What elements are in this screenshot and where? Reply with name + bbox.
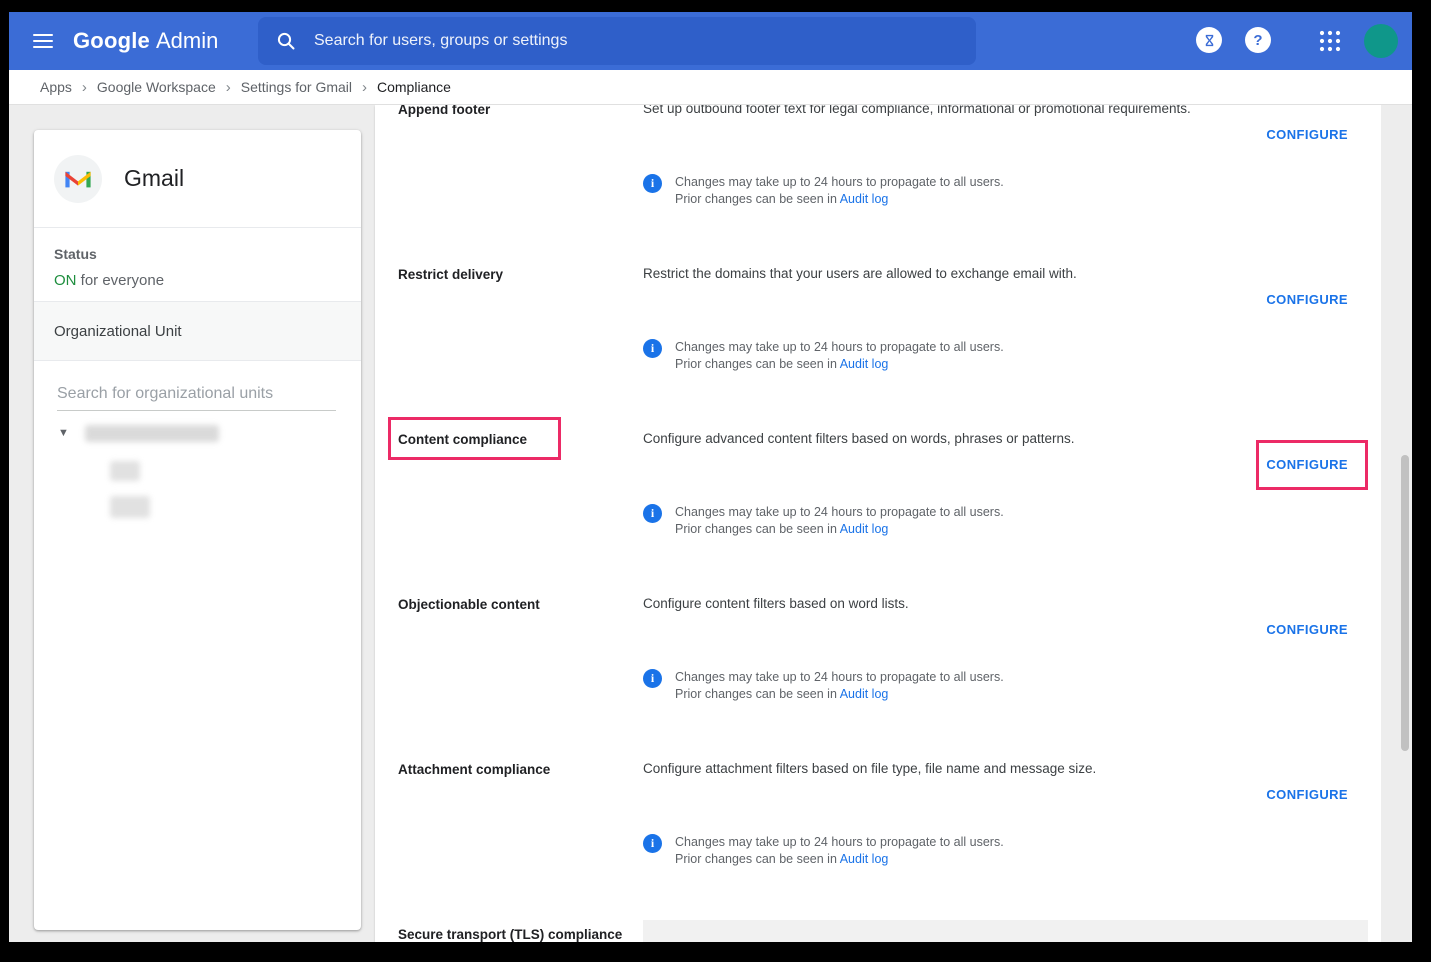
info-line1: Changes may take up to 24 hours to propa… [675, 835, 1004, 849]
status-section: Status ON for everyone [34, 228, 361, 302]
info-note: i Changes may take up to 24 hours to pro… [643, 339, 1004, 373]
info-icon: i [643, 834, 662, 853]
info-icon: i [643, 174, 662, 193]
gmail-logo-icon [63, 167, 93, 191]
setting-description: Configure attachment filters based on fi… [643, 761, 1321, 776]
app-bar: GoogleAdmin ? [9, 12, 1412, 70]
info-line1: Changes may take up to 24 hours to propa… [675, 505, 1004, 519]
pending-tasks-button[interactable] [1196, 27, 1222, 53]
configure-button[interactable]: CONFIGURE [1266, 622, 1348, 637]
org-unit-root-redacted[interactable] [85, 425, 219, 442]
info-line1: Changes may take up to 24 hours to propa… [675, 175, 1004, 189]
info-icon: i [643, 339, 662, 358]
user-avatar[interactable] [1364, 24, 1398, 58]
gmail-logo-circle [54, 155, 102, 203]
status-on-badge: ON [54, 272, 77, 289]
global-search[interactable] [258, 17, 976, 65]
gmail-card: Gmail Status ON for everyone Organizatio… [34, 130, 361, 930]
setting-title: Secure transport (TLS) compliance [398, 926, 636, 942]
info-icon: i [643, 504, 662, 523]
setting-row-attachment-compliance: Attachment compliance Configure attachme… [375, 761, 1381, 926]
audit-log-link[interactable]: Audit log [840, 357, 889, 371]
setting-title: Content compliance [398, 431, 636, 448]
configure-button[interactable]: CONFIGURE [1266, 292, 1348, 307]
search-icon [276, 31, 296, 51]
sidebar: Gmail Status ON for everyone Organizatio… [9, 105, 375, 942]
triangle-down-icon[interactable]: ▼ [58, 427, 69, 439]
settings-panel: Append footer Set up outbound footer tex… [375, 105, 1381, 942]
info-note: i Changes may take up to 24 hours to pro… [643, 834, 1004, 868]
info-note: i Changes may take up to 24 hours to pro… [643, 174, 1004, 208]
setting-description: Restrict the domains that your users are… [643, 266, 1321, 281]
setting-row-hover-background [643, 920, 1368, 942]
info-icon: i [643, 669, 662, 688]
breadcrumb-apps[interactable]: Apps [40, 79, 72, 95]
info-note: i Changes may take up to 24 hours to pro… [643, 669, 1004, 703]
info-line2: Prior changes can be seen in [675, 522, 840, 536]
breadcrumb-settings-for-gmail[interactable]: Settings for Gmail [241, 79, 352, 95]
breadcrumb-google-workspace[interactable]: Google Workspace [97, 79, 216, 95]
menu-icon[interactable] [33, 34, 53, 48]
admin-window: GoogleAdmin ? Apps [9, 12, 1412, 942]
organizational-unit-label: Organizational Unit [54, 323, 182, 340]
setting-row-restrict-delivery: Restrict delivery Restrict the domains t… [375, 266, 1381, 431]
org-unit-child-redacted[interactable] [110, 496, 150, 518]
organizational-unit-header[interactable]: Organizational Unit [34, 302, 361, 361]
chevron-right-icon: › [226, 79, 231, 96]
brand-google: Google [73, 28, 150, 53]
search-input[interactable] [312, 31, 958, 51]
info-line1: Changes may take up to 24 hours to propa… [675, 340, 1004, 354]
setting-description: Set up outbound footer text for legal co… [643, 105, 1321, 116]
info-line2: Prior changes can be seen in [675, 852, 840, 866]
setting-description: Configure advanced content filters based… [643, 431, 1321, 446]
audit-log-link[interactable]: Audit log [840, 852, 889, 866]
question-mark-icon: ? [1253, 32, 1262, 49]
audit-log-link[interactable]: Audit log [840, 522, 889, 536]
page-title: Gmail [124, 165, 184, 192]
status-value: ON for everyone [54, 272, 341, 289]
scrollbar-thumb[interactable] [1401, 455, 1409, 751]
breadcrumb: Apps › Google Workspace › Settings for G… [9, 70, 1412, 105]
configure-button[interactable]: CONFIGURE [1266, 787, 1348, 802]
setting-title: Restrict delivery [398, 266, 636, 283]
info-note: i Changes may take up to 24 hours to pro… [643, 504, 1004, 538]
org-unit-child-redacted[interactable] [110, 461, 140, 481]
breadcrumb-compliance: Compliance [377, 79, 451, 95]
setting-row-content-compliance: Content compliance Configure advanced co… [375, 431, 1381, 596]
setting-description: Configure content filters based on word … [643, 596, 1321, 611]
configure-button[interactable]: CONFIGURE [1266, 457, 1348, 472]
hourglass-icon [1203, 34, 1216, 47]
setting-title: Append footer [398, 105, 636, 118]
brand-admin: Admin [156, 28, 218, 53]
audit-log-link[interactable]: Audit log [840, 687, 889, 701]
help-button[interactable]: ? [1245, 27, 1271, 53]
org-unit-search-input[interactable] [57, 385, 336, 411]
configure-button[interactable]: CONFIGURE [1266, 127, 1348, 142]
info-line2: Prior changes can be seen in [675, 687, 840, 701]
setting-row-objectionable-content: Objectionable content Configure content … [375, 596, 1381, 761]
status-rest: for everyone [81, 272, 164, 289]
setting-row-append-footer: Append footer Set up outbound footer tex… [375, 105, 1381, 266]
page-content: Gmail Status ON for everyone Organizatio… [9, 105, 1412, 942]
chevron-right-icon: › [362, 79, 367, 96]
apps-grid-icon[interactable] [1318, 29, 1342, 53]
info-line2: Prior changes can be seen in [675, 192, 840, 206]
audit-log-link[interactable]: Audit log [840, 192, 889, 206]
chevron-right-icon: › [82, 79, 87, 96]
info-line2: Prior changes can be seen in [675, 357, 840, 371]
setting-title: Attachment compliance [398, 761, 636, 778]
setting-title: Objectionable content [398, 596, 636, 613]
status-label: Status [54, 246, 341, 262]
scrollbar-track[interactable] [1381, 105, 1412, 942]
gmail-card-header: Gmail [34, 130, 361, 228]
info-line1: Changes may take up to 24 hours to propa… [675, 670, 1004, 684]
product-logo: GoogleAdmin [73, 28, 218, 54]
setting-row-secure-transport-tls: Secure transport (TLS) compliance [375, 926, 1381, 942]
